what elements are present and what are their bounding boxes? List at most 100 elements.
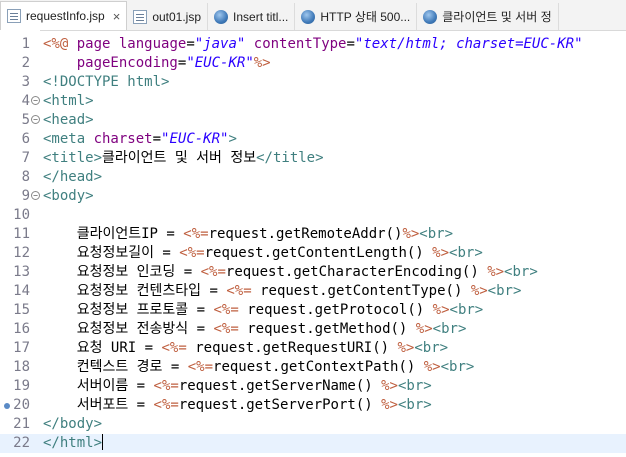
line-number: 8 (21, 169, 30, 185)
code-text: pageEncoding="EUC-KR"%> (43, 54, 271, 73)
code-token: </body> (43, 416, 103, 432)
code-token: "EUC-KR" (186, 55, 254, 71)
code-token: request.getMethod() (238, 321, 416, 337)
code-line[interactable]: 10 (0, 206, 626, 225)
line-number: 14 (13, 283, 30, 299)
code-text: 요청정보 인코딩 = <%=request.getCharacterEncodi… (43, 263, 538, 282)
editor-tab[interactable]: 클라이언트 및 서버 정 (417, 3, 559, 30)
code-line[interactable]: 22 </html> (0, 434, 626, 453)
code-token: <head> (43, 112, 94, 128)
code-token: <br> (449, 302, 484, 318)
code-line[interactable]: 5− <head> (0, 111, 626, 130)
code-line[interactable]: 16 요청정보 전송방식 = <%= request.getMethod() %… (0, 320, 626, 339)
code-line[interactable]: 2 pageEncoding="EUC-KR"%> (0, 54, 626, 73)
code-token: <meta (43, 131, 94, 147)
code-token: request.getCharacterEncoding() (225, 264, 488, 280)
code-line[interactable]: 21 </body> (0, 415, 626, 434)
code-token: request.getServerName() (178, 378, 382, 394)
code-text: 요청 URI = <%= request.getRequestURI() %><… (43, 339, 448, 358)
code-line[interactable]: 3 <!DOCTYPE html> (0, 73, 626, 92)
code-line[interactable]: 17 요청 URI = <%= request.getRequestURI() … (0, 339, 626, 358)
code-token: = (346, 36, 355, 52)
editor-tab[interactable]: requestInfo.jsp × (0, 1, 128, 30)
code-line[interactable]: 15 요청정보 프로토콜 = <%= request.getProtocol()… (0, 301, 626, 320)
line-number: 6 (21, 131, 30, 147)
close-tab-icon[interactable]: × (113, 9, 121, 24)
code-token: <br> (414, 340, 449, 356)
code-token: request.getServerPort() (178, 397, 382, 413)
code-token: 클라이언트IP = (76, 226, 184, 242)
code-token: request.getRemoteAddr() (208, 226, 403, 242)
code-line[interactable]: 20 서버포트 = <%=request.getServerPort() %><… (0, 396, 626, 415)
code-line[interactable]: 8 </head> (0, 168, 626, 187)
line-number: 2 (21, 55, 30, 71)
code-line[interactable]: 11 클라이언트IP = <%=request.getRemoteAddr()%… (0, 225, 626, 244)
code-token: request.getRequestURI() (186, 340, 398, 356)
editor-tab-label: HTTP 상태 500... (320, 10, 411, 24)
code-line[interactable]: 12 요청정보길이 = <%=request.getContentLength(… (0, 244, 626, 263)
code-line[interactable]: 19 서버이름 = <%=request.getServerName() %><… (0, 377, 626, 396)
code-editor[interactable]: 1 <%@ page language="java" contentType="t… (0, 30, 626, 457)
code-text: 요청정보 프로토콜 = <%= request.getProtocol() %>… (43, 301, 484, 320)
code-token: <%= (153, 378, 179, 394)
code-token: <%= (153, 397, 179, 413)
fold-toggle-icon[interactable]: − (31, 96, 40, 105)
code-text: 컨텍스트 경로 = <%=request.getContextPath() %>… (43, 358, 475, 377)
code-line[interactable]: 13 요청정보 인코딩 = <%=request.getCharacterEnc… (0, 263, 626, 282)
code-token: <%= (213, 302, 239, 318)
code-line[interactable]: 18 컨텍스트 경로 = <%=request.getContextPath()… (0, 358, 626, 377)
code-token: 요청정보 컨텐츠타입 = (76, 283, 227, 299)
code-token: request.getContentType() (251, 283, 471, 299)
line-number: 4 (21, 93, 30, 109)
code-line[interactable]: 6 <meta charset="EUC-KR"> (0, 130, 626, 149)
code-token: "EUC-KR" (161, 131, 229, 147)
fold-toggle-icon[interactable]: − (31, 115, 40, 124)
code-token: request.getContextPath() (213, 359, 424, 375)
code-text: 요청정보길이 = <%=request.getContentLength() %… (43, 244, 483, 263)
fold-toggle-icon[interactable]: − (31, 191, 40, 200)
code-text: </html> (43, 434, 104, 453)
code-text: 클라이언트IP = <%=request.getRemoteAddr()%><b… (43, 225, 453, 244)
code-token: <html> (43, 93, 94, 109)
code-text: <head> (43, 111, 94, 130)
code-token: page (76, 36, 119, 52)
code-line[interactable]: 9− <body> (0, 187, 626, 206)
code-line[interactable]: 14 요청정보 컨텐츠타입 = <%= request.getContentTy… (0, 282, 626, 301)
code-token: 서버포트 = (76, 397, 154, 413)
editor-tab-label: 클라이언트 및 서버 정 (442, 10, 552, 24)
code-line[interactable]: 1 <%@ page language="java" contentType="t… (0, 35, 626, 54)
code-token: <title> (43, 150, 103, 166)
code-token: language (118, 36, 187, 52)
text-caret (102, 434, 104, 450)
editor-tab[interactable]: out01.jsp (127, 3, 209, 30)
line-number: 15 (13, 302, 30, 318)
code-token: %> (381, 397, 398, 413)
code-token: <br> (440, 359, 475, 375)
code-token: %> (487, 264, 505, 280)
line-number: 12 (13, 245, 30, 261)
code-token: request.getProtocol() (238, 302, 433, 318)
line-number: 1 (21, 36, 30, 52)
code-token: 요청정보 인코딩 = (76, 264, 201, 280)
code-token: <body> (43, 188, 94, 204)
code-text: <html> (43, 92, 94, 111)
globe-icon (301, 9, 316, 24)
code-token: <%= (179, 245, 205, 261)
editor-tab[interactable]: HTTP 상태 500... (295, 3, 418, 30)
code-token: %> (415, 321, 433, 337)
code-text: 서버이름 = <%=request.getServerName() %><br> (43, 377, 432, 396)
line-number: 17 (13, 340, 30, 356)
editor-tab[interactable]: Insert titl... (208, 3, 296, 30)
code-line[interactable]: 7 <title>클라이언트 및 서버 정보</title> (0, 149, 626, 168)
line-number: 16 (13, 321, 30, 337)
line-number: 7 (21, 150, 30, 166)
code-token: 요청 URI = (76, 340, 162, 356)
code-line[interactable]: 4− <html> (0, 92, 626, 111)
code-token: request.getContentLength() (204, 245, 433, 261)
code-text: <body> (43, 187, 94, 206)
code-token: "text/html; charset=EUC-KR" (354, 36, 583, 52)
globe-icon (214, 9, 229, 24)
